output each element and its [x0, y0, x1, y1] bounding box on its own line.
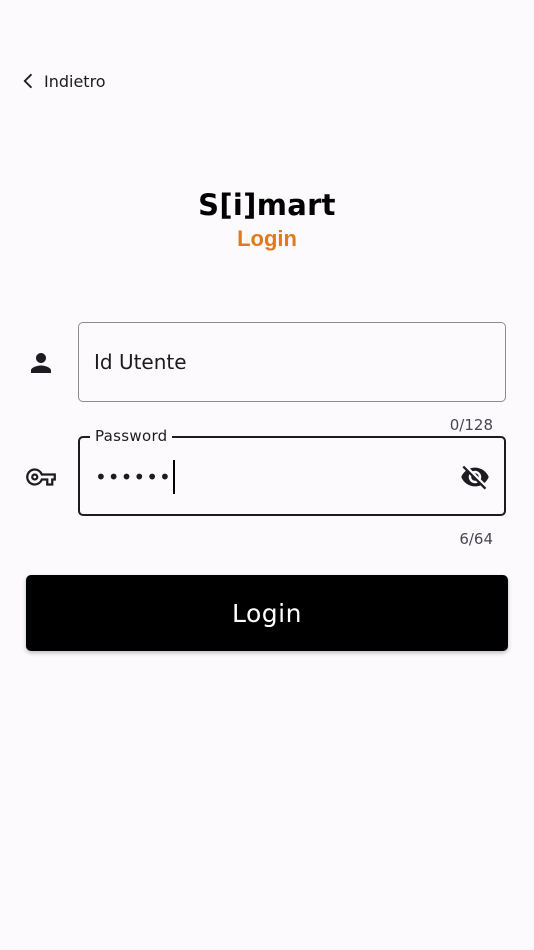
password-value: •••••• — [95, 460, 176, 494]
back-label: Indietro — [44, 71, 106, 91]
password-masked-text: •••••• — [95, 465, 172, 489]
person-icon — [26, 348, 56, 378]
password-label: Password — [90, 427, 173, 445]
back-button[interactable]: Indietro — [18, 66, 106, 96]
password-counter: 6/64 — [459, 530, 493, 548]
user-id-input[interactable]: Id Utente — [78, 322, 506, 402]
text-caret — [172, 460, 176, 494]
page-subtitle: Login — [237, 226, 297, 251]
app-title: S[i]mart — [198, 188, 336, 222]
user-id-counter: 0/128 — [449, 416, 493, 434]
key-icon — [26, 462, 56, 492]
user-id-placeholder: Id Utente — [94, 350, 187, 374]
chevron-left-icon — [18, 70, 40, 92]
password-input[interactable]: Password •••••• — [78, 427, 506, 516]
login-button[interactable]: Login — [26, 575, 508, 651]
eye-off-icon[interactable] — [460, 462, 490, 492]
